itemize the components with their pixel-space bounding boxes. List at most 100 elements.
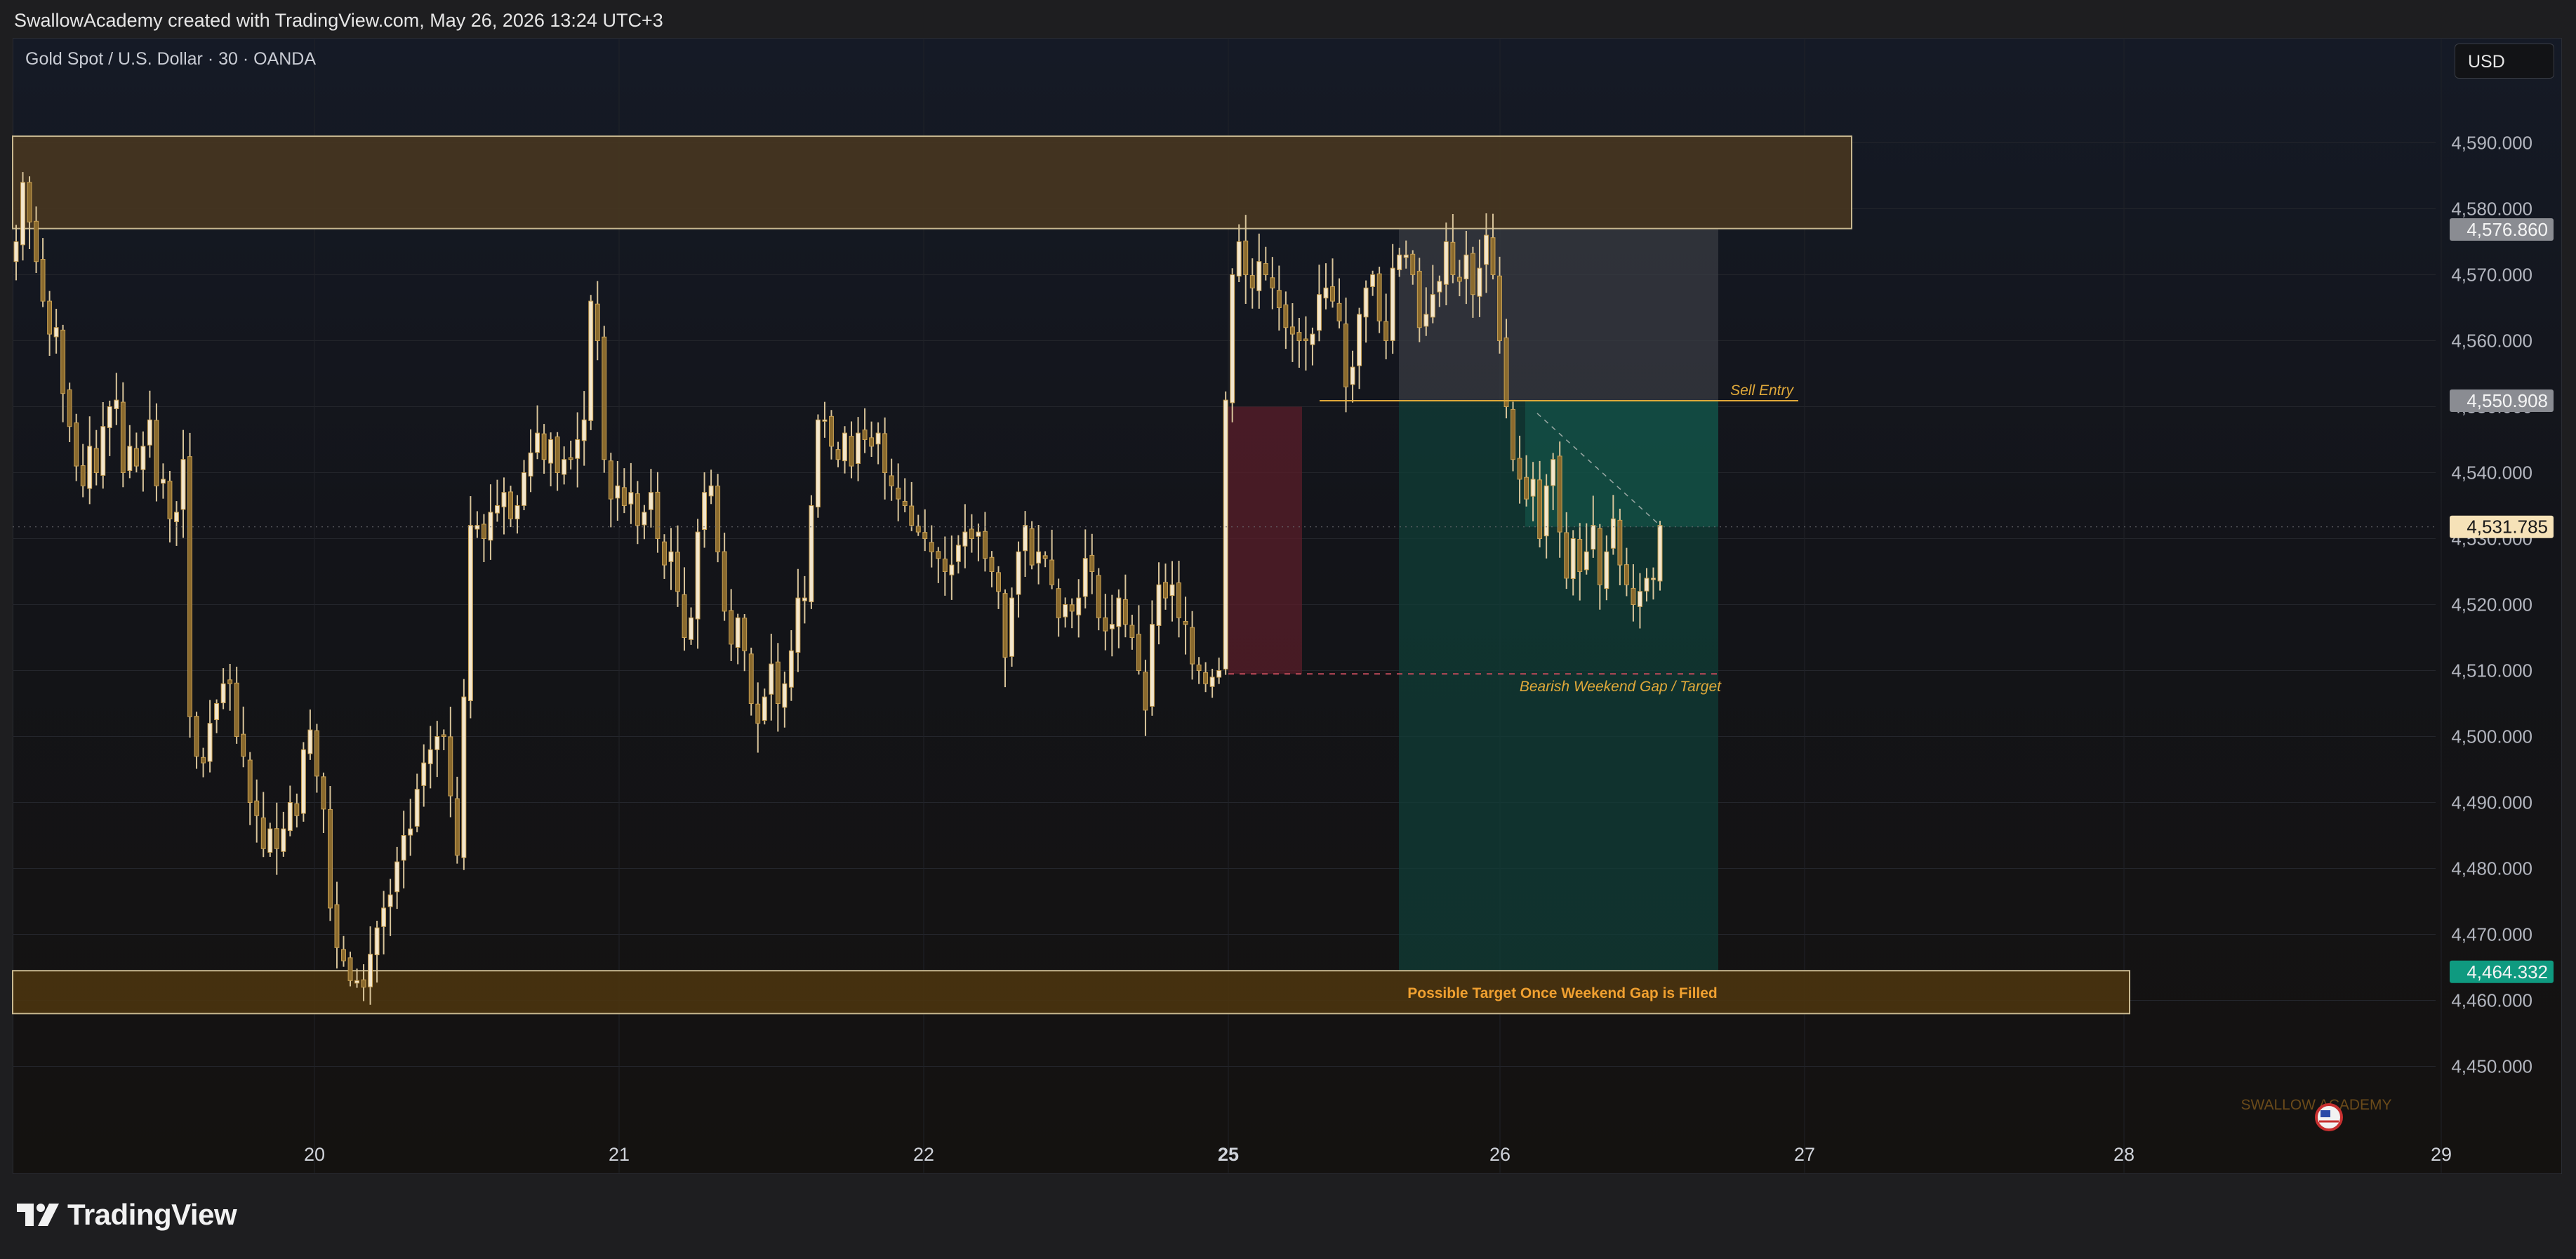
candle-body: [1423, 314, 1429, 327]
candle-body: [300, 749, 306, 814]
candle-body: [982, 531, 988, 559]
candle-body: [1610, 518, 1616, 549]
candle-body: [962, 531, 968, 547]
candle-body: [1597, 528, 1602, 585]
candle-body: [522, 472, 526, 506]
candle-body: [1029, 528, 1035, 566]
candle-body: [1236, 241, 1242, 277]
candle-body: [815, 419, 821, 507]
candle-body: [1283, 304, 1289, 328]
candle-body: [448, 736, 453, 797]
candle-body: [675, 552, 680, 592]
candle-body: [1183, 620, 1188, 625]
candle-body: [1156, 584, 1162, 626]
y-tick-label: 4,480.000: [2451, 858, 2532, 879]
candle-body: [742, 618, 748, 651]
candle-body: [1116, 597, 1122, 627]
gap-target-label: Bearish Weekend Gap / Target: [1520, 679, 1722, 695]
candle-body: [441, 734, 446, 738]
candle-body: [842, 432, 847, 462]
candle-body: [1503, 337, 1509, 407]
candle-body: [401, 835, 406, 861]
candle-body: [1410, 253, 1416, 276]
candle-body: [1524, 477, 1529, 500]
candle-body: [1196, 664, 1202, 671]
candle-body: [1163, 582, 1168, 599]
candle-body: [621, 487, 627, 506]
candle-body: [795, 597, 801, 653]
candle-body: [702, 492, 708, 531]
candle-body: [114, 399, 119, 409]
candle-body: [1363, 287, 1369, 318]
candle-body: [1036, 551, 1042, 564]
candle-body: [321, 776, 326, 810]
candle-body: [314, 730, 319, 777]
candle-body: [655, 491, 660, 540]
candle-body: [1343, 324, 1348, 387]
candle-body: [1150, 624, 1155, 707]
candle-body: [568, 457, 573, 460]
candle-body: [648, 492, 653, 510]
candle-body: [882, 433, 888, 474]
candle-body: [1129, 625, 1135, 639]
candle-body: [260, 817, 266, 849]
candle-body: [1330, 286, 1335, 302]
candle-body: [735, 617, 741, 648]
currency-selector[interactable]: USD: [2455, 44, 2554, 79]
candle-body: [160, 479, 166, 484]
candle-body: [1096, 575, 1101, 618]
candle-body: [1376, 273, 1382, 321]
candle-body: [341, 949, 346, 961]
candle-body: [1463, 254, 1469, 279]
candle-body: [689, 617, 694, 640]
candle-body: [20, 182, 25, 246]
candle-body: [1042, 555, 1048, 559]
candle-body: [1122, 599, 1128, 625]
candle-body: [595, 303, 600, 342]
chart-canvas[interactable]: Sell Entry Bearish Weekend Gap / Target Po…: [0, 0, 2576, 1259]
candle-body: [368, 954, 373, 987]
price-label-text: 4,531.785: [2467, 517, 2548, 538]
tradingview-logo-icon: [17, 1204, 59, 1226]
candle-body: [334, 904, 340, 948]
candle-body: [1490, 237, 1496, 276]
candle-body: [1323, 287, 1329, 299]
candle-body: [1009, 597, 1014, 657]
candle-body: [969, 528, 974, 539]
candle-body: [1230, 274, 1235, 404]
candle-body: [133, 448, 139, 467]
tradingview-logo[interactable]: TradingView: [15, 1197, 237, 1232]
candle-body: [929, 542, 934, 552]
y-tick-label: 4,590.000: [2451, 133, 2532, 154]
symbol-title[interactable]: Gold Spot / U.S. Dollar · 30 · OANDA: [25, 49, 316, 69]
y-tick-label: 4,450.000: [2451, 1056, 2532, 1077]
candle-body: [414, 789, 420, 827]
candle-body: [1456, 277, 1462, 282]
candle-body: [1403, 254, 1409, 258]
candle-body: [194, 716, 199, 757]
tradingview-logo-text: TradingView: [67, 1198, 237, 1231]
candle-body: [13, 241, 19, 262]
bottom-bar: [0, 1174, 2576, 1259]
candle-body: [394, 861, 400, 893]
candle-body: [1657, 525, 1663, 582]
swallow-academy-watermark: SWALLOW ACADEMY: [2240, 1097, 2391, 1113]
y-tick-label: 4,510.000: [2451, 660, 2532, 681]
candle-body: [695, 531, 701, 620]
candle-body: [1551, 459, 1556, 486]
candle-body: [996, 572, 1001, 592]
candle-body: [581, 419, 587, 441]
candle-body: [535, 432, 540, 453]
candle-body: [1023, 525, 1028, 552]
candle-body: [1296, 332, 1302, 342]
candle-body: [548, 439, 554, 464]
candle-body: [856, 432, 861, 465]
sell-entry-label: Sell Entry: [1730, 382, 1794, 399]
y-tick-label: 4,580.000: [2451, 199, 2532, 220]
candle-body: [93, 448, 99, 474]
price-label-text: 4,576.860: [2467, 219, 2548, 240]
candle-body: [1336, 302, 1342, 321]
candle-body: [1430, 294, 1435, 318]
candle-body: [1477, 267, 1482, 297]
candle-body: [909, 505, 915, 526]
